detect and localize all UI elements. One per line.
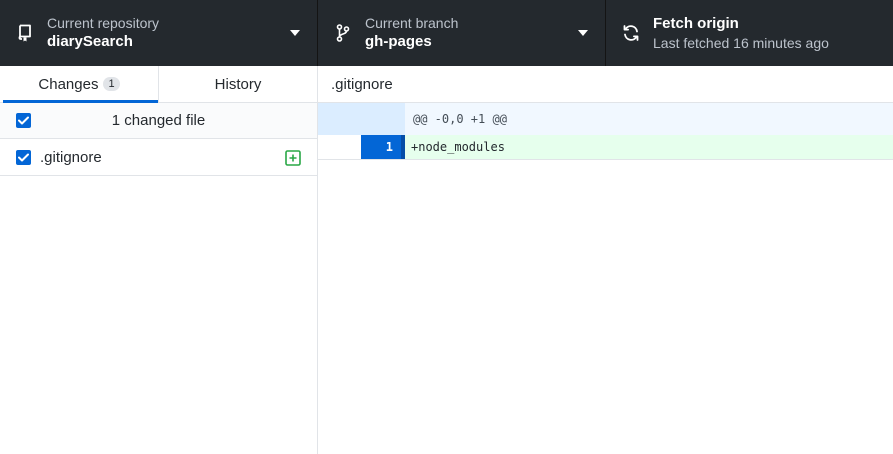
repository-name: diarySearch [47, 33, 133, 50]
chevron-down-icon [290, 30, 300, 36]
changes-count-badge: 1 [103, 77, 120, 91]
diff-line-text: +node_modules [411, 140, 505, 154]
old-line-number[interactable] [318, 135, 361, 159]
fetch-status: Last fetched 16 minutes ago [653, 35, 829, 51]
branch-selector[interactable]: Current branch gh-pages [318, 0, 606, 66]
new-line-number[interactable]: 1 [361, 135, 401, 159]
changed-files-count: 1 changed file [111, 112, 206, 129]
diff-view: .gitignore @@ -0,0 +1 @@ 1 +node_modules [318, 66, 893, 454]
changed-file-row[interactable]: .gitignore [0, 139, 317, 176]
changes-sidebar: Changes 1 History 1 changed file .gitign… [0, 66, 318, 454]
chevron-down-icon [578, 30, 588, 36]
diff-file-name: .gitignore [331, 75, 393, 93]
changes-list-header: 1 changed file [0, 103, 317, 139]
file-added-icon [285, 150, 301, 166]
hunk-header-text: @@ -0,0 +1 @@ [413, 112, 507, 126]
repo-icon [16, 24, 34, 42]
tab-history-label: History [214, 75, 262, 93]
tab-history[interactable]: History [159, 66, 317, 102]
diff-line-added[interactable]: 1 +node_modules [318, 135, 893, 160]
select-all-checkbox[interactable] [16, 113, 31, 128]
toolbar: Current repository diarySearch Current b… [0, 0, 893, 66]
git-branch-icon [334, 24, 352, 42]
repository-sub-label: Current repository [47, 15, 160, 31]
diff-file-header: .gitignore [318, 66, 893, 103]
tab-changes-label: Changes [38, 75, 99, 93]
file-name: .gitignore [40, 148, 102, 166]
hunk-gutter[interactable] [318, 103, 405, 135]
fetch-origin-button[interactable]: Fetch origin Last fetched 16 minutes ago [606, 0, 893, 66]
sidebar-tabs: Changes 1 History [0, 66, 317, 103]
file-checkbox[interactable] [16, 149, 31, 165]
branch-sub-label: Current branch [365, 15, 459, 31]
fetch-title: Fetch origin [653, 15, 739, 32]
tab-changes[interactable]: Changes 1 [0, 66, 159, 103]
diff-hunk-header[interactable]: @@ -0,0 +1 @@ [318, 103, 893, 135]
branch-name: gh-pages [365, 33, 432, 50]
repository-selector[interactable]: Current repository diarySearch [0, 0, 318, 66]
sync-icon [622, 24, 640, 42]
